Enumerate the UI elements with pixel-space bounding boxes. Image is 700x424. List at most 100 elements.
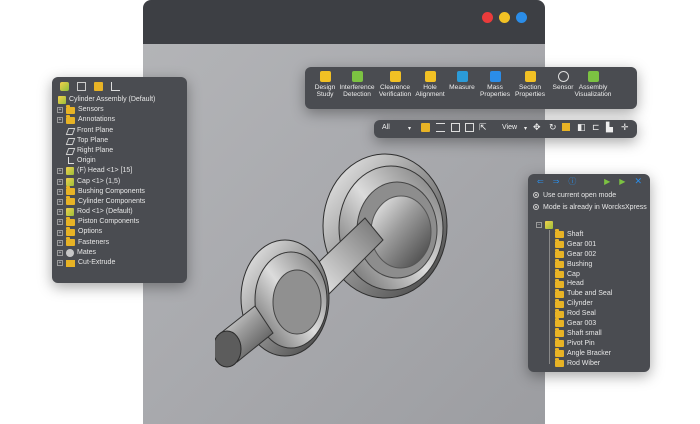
- tool-label-line2: Alignment: [415, 91, 445, 99]
- play-all-icon[interactable]: ▶: [619, 177, 625, 186]
- ruler-icon[interactable]: ▙: [606, 122, 613, 133]
- mode-option-worcksxpress-label: Mode is already in WorcksXpress: [543, 203, 647, 211]
- tree-item[interactable]: + Cut-Extrude: [56, 258, 187, 268]
- tree-item[interactable]: + Mates: [56, 248, 187, 258]
- list-icon[interactable]: [436, 123, 445, 132]
- forward-arrow-icon[interactable]: ⇒: [553, 177, 560, 186]
- tool-assembly-visualization[interactable]: Assembly Visualization: [573, 71, 613, 99]
- radio-current-icon[interactable]: [533, 192, 539, 198]
- mode-option-current[interactable]: Use current open mode: [528, 189, 650, 201]
- mode-list-item[interactable]: Rod Seal: [528, 308, 650, 319]
- select-icon[interactable]: [421, 123, 430, 132]
- tree-item-label: Bushing Components: [78, 187, 145, 195]
- pan-icon[interactable]: ✥: [533, 122, 541, 133]
- tree-item[interactable]: + Bushing Components: [56, 186, 187, 197]
- tree-item[interactable]: Origin: [56, 156, 187, 166]
- mode-list-item[interactable]: Pivot Pin: [528, 338, 650, 349]
- close-button[interactable]: [482, 12, 493, 23]
- tool-label-line2: Verification: [378, 91, 412, 99]
- tool-label-line2: Properties: [514, 91, 546, 99]
- mode-list-item[interactable]: Bushing: [528, 259, 650, 270]
- mode-list-item-label: Gear 001: [567, 240, 597, 248]
- rotate-icon[interactable]: ↻: [549, 122, 557, 133]
- evaluate-toolbar: Design Study Interference Detection Clearenc…: [305, 67, 637, 109]
- mode-list-item[interactable]: Angle Bracker: [528, 348, 650, 359]
- tool-label: Interference: [339, 84, 375, 91]
- mode-list-item[interactable]: Shaft: [528, 229, 650, 240]
- info-icon[interactable]: ⓘ: [568, 176, 576, 187]
- tree-item[interactable]: Top Plane: [56, 136, 187, 146]
- view-dropdown-icon[interactable]: ▾: [524, 125, 527, 132]
- mates-icon: [66, 248, 74, 257]
- minimize-button[interactable]: [499, 12, 510, 23]
- move-icon[interactable]: ✛: [621, 122, 629, 133]
- tool-clearance[interactable]: Clearence Verification: [375, 71, 415, 99]
- maximize-button[interactable]: [516, 12, 527, 23]
- expand-icon[interactable]: +: [57, 219, 63, 226]
- mode-list-item[interactable]: Gear 003: [528, 318, 650, 329]
- folder-icon: [555, 358, 564, 368]
- expand-icon[interactable]: +: [57, 188, 63, 195]
- expand-icon[interactable]: +: [57, 178, 63, 185]
- mode-list-item[interactable]: Shaft small: [528, 328, 650, 339]
- dim-icon[interactable]: [111, 81, 120, 91]
- mode-list-item-label: Cilynder: [567, 300, 593, 308]
- expand-icon[interactable]: +: [57, 107, 63, 114]
- mode-list-item[interactable]: Gear 002: [528, 249, 650, 260]
- tool-label: Clearence: [379, 84, 411, 91]
- mode-list-item[interactable]: Gear 001: [528, 239, 650, 250]
- tree-item[interactable]: + Rod <1> (Default): [56, 207, 187, 217]
- tree-item[interactable]: + Cylinder Components: [56, 196, 187, 207]
- tool-label-line2: Visualization: [574, 91, 612, 99]
- mode-list-item[interactable]: Cap: [528, 269, 650, 280]
- mode-root-collapse-icon[interactable]: −: [536, 222, 542, 228]
- tree-item[interactable]: + Piston Components: [56, 216, 187, 227]
- expand-icon[interactable]: +: [57, 239, 63, 246]
- mode-option-worcksxpress[interactable]: Mode is already in WorcksXpress: [528, 201, 650, 213]
- arrow-icon[interactable]: ⇱: [479, 122, 487, 133]
- box-select-icon[interactable]: [451, 123, 460, 132]
- radio-worcksxpress-icon[interactable]: [533, 204, 539, 210]
- tree-item[interactable]: Cylinder Assembly (Default): [56, 95, 187, 105]
- tree-item[interactable]: + Annotations: [56, 114, 187, 125]
- mode-list-item[interactable]: Tube and Seal: [528, 288, 650, 299]
- tree-item[interactable]: + Cap <1> (1,5): [56, 177, 187, 187]
- play-icon[interactable]: ▶: [604, 177, 610, 186]
- tree-item-label: Cut-Extrude: [78, 259, 116, 266]
- back-arrow-icon[interactable]: ⇐: [537, 177, 544, 186]
- mode-list-item[interactable]: Head: [528, 278, 650, 289]
- gear-shaft-model[interactable]: [215, 148, 465, 378]
- filter-select[interactable]: All: [382, 124, 390, 131]
- tree-item[interactable]: + Sensors: [56, 104, 187, 115]
- tree-item[interactable]: Right Plane: [56, 146, 187, 156]
- filter-dropdown-icon[interactable]: ▾: [408, 125, 411, 132]
- tree-item[interactable]: Front Plane: [56, 126, 187, 136]
- mode-list-item[interactable]: Cilynder: [528, 298, 650, 309]
- close-icon[interactable]: ✕: [634, 176, 642, 187]
- mode-list-item[interactable]: Rod Wiber: [528, 358, 650, 369]
- property-icon[interactable]: [77, 81, 86, 91]
- window-select-icon[interactable]: [465, 123, 474, 132]
- tree-item[interactable]: + (F) Head <1> [15]: [56, 166, 187, 176]
- expand-icon[interactable]: +: [57, 229, 63, 236]
- part-icon: [66, 167, 74, 176]
- config-icon[interactable]: [94, 81, 103, 91]
- display-style-icon[interactable]: [562, 123, 570, 131]
- view-menu[interactable]: View: [502, 124, 517, 131]
- section-view-icon[interactable]: ◧: [577, 122, 586, 133]
- part-icon[interactable]: [60, 81, 69, 91]
- expand-icon[interactable]: +: [57, 198, 63, 205]
- expand-icon[interactable]: +: [57, 260, 63, 267]
- expand-icon[interactable]: +: [57, 249, 63, 256]
- expand-icon[interactable]: +: [57, 168, 63, 175]
- tree-item[interactable]: + Fasteners: [56, 237, 187, 248]
- tree-item[interactable]: + Options: [56, 227, 187, 237]
- tool-interference[interactable]: Interference Detection: [337, 71, 377, 99]
- expand-icon[interactable]: +: [57, 209, 63, 216]
- tool-mass-properties[interactable]: Mass Properties: [475, 71, 515, 99]
- window-controls: [482, 12, 527, 23]
- expand-icon[interactable]: +: [57, 117, 63, 124]
- align-icon[interactable]: ⊏: [592, 122, 600, 133]
